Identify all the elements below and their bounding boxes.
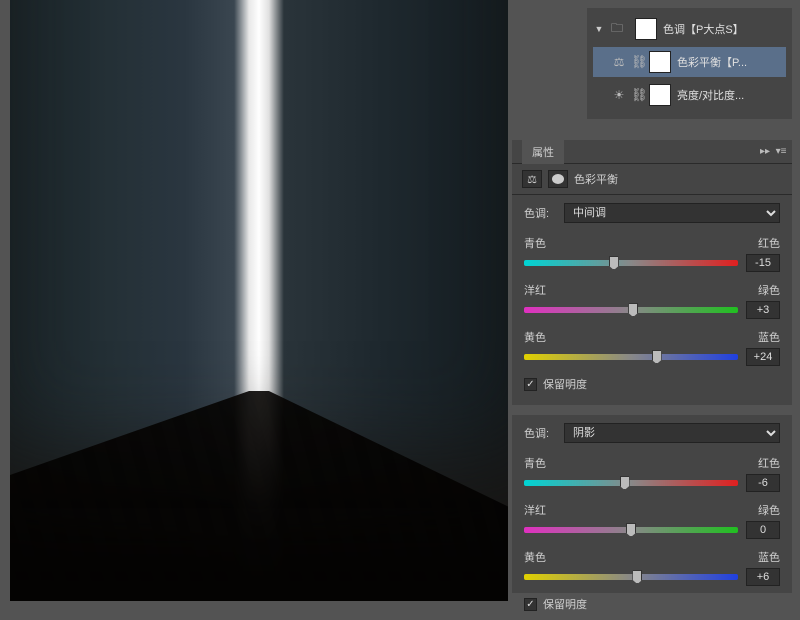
properties-panel-shadows: 色调: 阴影 青色 红色 -6 洋红 绿色: [512, 415, 792, 593]
label-magenta: 洋红: [524, 502, 546, 518]
mask-icon[interactable]: [548, 170, 568, 188]
adjustment-type-row: ⚖ 色彩平衡: [512, 164, 792, 195]
label-cyan: 青色: [524, 235, 546, 251]
slider-track[interactable]: [524, 527, 738, 533]
panel-tab-bar: 属性 ▸▸ ▾≡: [512, 140, 792, 164]
balance-icon: ⚖: [522, 170, 542, 188]
value-input[interactable]: -6: [746, 474, 780, 492]
collapse-icon[interactable]: ▸▸: [758, 144, 772, 158]
balance-icon: ⚖: [609, 52, 629, 72]
layer-name: 色调【P大点S】: [663, 21, 786, 37]
label-blue: 蓝色: [758, 549, 780, 565]
preserve-luminosity-label: 保留明度: [543, 376, 587, 392]
label-blue: 蓝色: [758, 329, 780, 345]
label-yellow: 黄色: [524, 549, 546, 565]
tone-select[interactable]: 阴影: [564, 423, 780, 443]
label-magenta: 洋红: [524, 282, 546, 298]
slider-thumb[interactable]: [652, 350, 662, 364]
slider-magenta-green: 洋红 绿色 0: [524, 502, 780, 539]
properties-panel-midtones: 属性 ▸▸ ▾≡ ⚖ 色彩平衡 色调: 中间调 青色 红色 -15: [512, 140, 792, 405]
slider-thumb[interactable]: [620, 476, 630, 490]
label-green: 绿色: [758, 502, 780, 518]
flyout-menu-icon[interactable]: ▾≡: [774, 144, 788, 158]
label-green: 绿色: [758, 282, 780, 298]
slider-magenta-green: 洋红 绿色 +3: [524, 282, 780, 319]
layer-row-brightness[interactable]: ☀ ⛓ 亮度/对比度...: [593, 80, 786, 110]
slider-track[interactable]: [524, 260, 738, 266]
layer-name: 色彩平衡【P...: [677, 54, 786, 70]
adjustment-type-label: 色彩平衡: [574, 171, 618, 187]
value-input[interactable]: +24: [746, 348, 780, 366]
link-icon: ⛓: [631, 87, 643, 103]
layer-name: 亮度/对比度...: [677, 87, 786, 103]
tone-select[interactable]: 中间调: [564, 203, 780, 223]
canvas-preview: [10, 0, 508, 601]
slider-yellow-blue: 黄色 蓝色 +24: [524, 329, 780, 366]
label-cyan: 青色: [524, 455, 546, 471]
value-input[interactable]: -15: [746, 254, 780, 272]
layer-row-colorbalance[interactable]: ⚖ ⛓ 色彩平衡【P...: [593, 47, 786, 77]
preserve-luminosity-row[interactable]: ✓ 保留明度: [524, 596, 780, 612]
link-icon: ⛓: [631, 54, 643, 70]
tone-label: 色调:: [524, 205, 556, 221]
folder-icon: 🗀: [607, 19, 627, 39]
label-yellow: 黄色: [524, 329, 546, 345]
tone-label: 色调:: [524, 425, 556, 441]
slider-thumb[interactable]: [626, 523, 636, 537]
value-input[interactable]: +3: [746, 301, 780, 319]
slider-track[interactable]: [524, 307, 738, 313]
layer-mask-thumb: [649, 84, 671, 106]
slider-cyan-red: 青色 红色 -15: [524, 235, 780, 272]
layer-mask-thumb: [649, 51, 671, 73]
preserve-luminosity-label: 保留明度: [543, 596, 587, 612]
slider-yellow-blue: 黄色 蓝色 +6: [524, 549, 780, 586]
slider-thumb[interactable]: [609, 256, 619, 270]
slider-track[interactable]: [524, 574, 738, 580]
checkbox-icon[interactable]: ✓: [524, 378, 537, 391]
layer-thumb: [635, 18, 657, 40]
slider-track[interactable]: [524, 480, 738, 486]
panel-title[interactable]: 属性: [522, 140, 564, 164]
value-input[interactable]: 0: [746, 521, 780, 539]
label-red: 红色: [758, 455, 780, 471]
slider-thumb[interactable]: [628, 303, 638, 317]
slider-thumb[interactable]: [632, 570, 642, 584]
checkbox-icon[interactable]: ✓: [524, 598, 537, 611]
value-input[interactable]: +6: [746, 568, 780, 586]
slider-cyan-red: 青色 红色 -6: [524, 455, 780, 492]
preserve-luminosity-row[interactable]: ✓ 保留明度: [524, 376, 780, 392]
label-red: 红色: [758, 235, 780, 251]
layers-panel: ▼ 🗀 色调【P大点S】 ⚖ ⛓ 色彩平衡【P... ☀ ⛓ 亮度/对比度...: [587, 8, 792, 119]
slider-track[interactable]: [524, 354, 738, 360]
expand-icon[interactable]: ▼: [593, 24, 605, 34]
brightness-icon: ☀: [609, 85, 629, 105]
layer-group-row[interactable]: ▼ 🗀 色调【P大点S】: [593, 14, 786, 44]
